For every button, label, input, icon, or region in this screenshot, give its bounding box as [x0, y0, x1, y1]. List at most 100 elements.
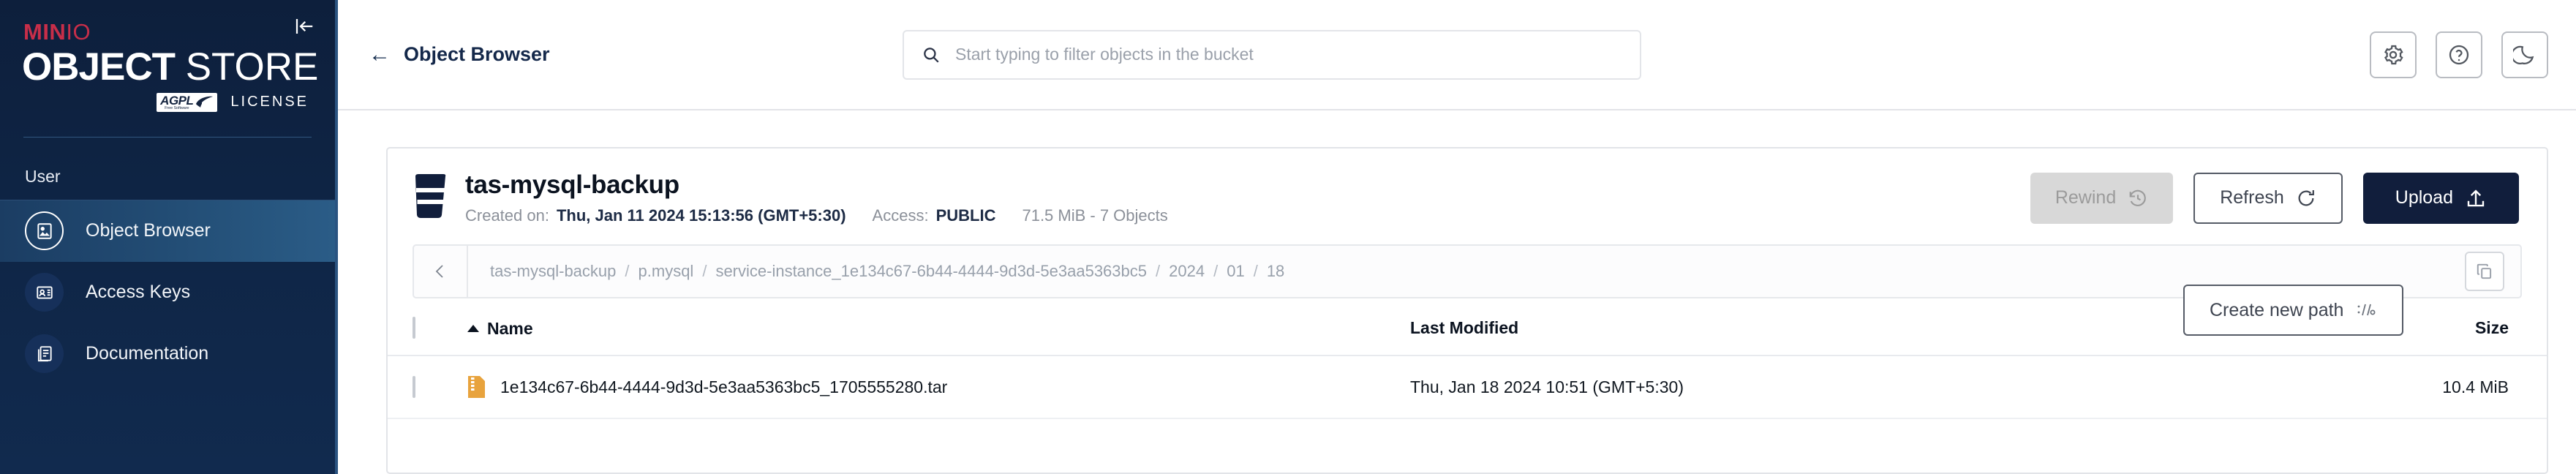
license-label: LICENSE [230, 94, 309, 110]
create-new-path-label: Create new path [2210, 299, 2344, 320]
sidebar-item-label: Documentation [86, 343, 209, 364]
created-label: Created on: [465, 206, 549, 225]
chevron-left-icon [435, 265, 443, 278]
table-body: 1e134c67-6b44-4444-9d3d-5e3aa5363bc5_170… [388, 356, 2547, 419]
moon-icon [2513, 45, 2534, 64]
create-new-path-button[interactable]: Create new path [2183, 285, 2404, 336]
sidebar-item-access-keys[interactable]: Access Keys [0, 262, 335, 323]
breadcrumb-item[interactable]: 18 [1267, 262, 1284, 281]
path-icon [2358, 304, 2376, 316]
column-label-size: Size [2474, 318, 2509, 337]
search-container [903, 29, 1641, 80]
row-checkbox[interactable] [413, 375, 415, 398]
search-input[interactable] [955, 45, 1622, 64]
access-value: PUBLIC [935, 206, 996, 225]
search-box[interactable] [903, 29, 1641, 80]
breadcrumb-item[interactable]: 01 [1227, 262, 1244, 281]
main-area: ← Object Browser Start typing to filter … [338, 0, 2576, 474]
license-row: AGPL Free Software LICENSE [23, 93, 312, 112]
breadcrumb-item[interactable]: 2024 [1169, 262, 1205, 281]
collapse-sidebar-button[interactable] [288, 10, 320, 42]
wordmark-store: STORE [174, 45, 319, 89]
select-all-checkbox[interactable] [413, 317, 415, 339]
dark-mode-button[interactable] [2501, 31, 2548, 78]
breadcrumb-item[interactable]: p.mysql [639, 262, 694, 281]
sidebar-nav: Object Browser Access Keys Documentation [0, 200, 335, 385]
upload-icon [2467, 189, 2485, 206]
create-new-path-container: Create new path [2169, 285, 2404, 336]
minio-wordmark: MINIO [23, 20, 312, 43]
upload-button[interactable]: Upload [2362, 172, 2519, 224]
brand-logo: MINIO OBJECT STORE AGPL Free Software LI… [0, 0, 335, 112]
created-value: Thu, Jan 11 2024 15:13:56 (GMT+5:30) [556, 206, 846, 225]
object-name: 1e134c67-6b44-4444-9d3d-5e3aa5363bc5_170… [500, 377, 948, 396]
help-button[interactable] [2436, 31, 2482, 78]
row-last-modified: Thu, Jan 18 2024 10:51 (GMT+5:30) [1410, 356, 2354, 419]
sidebar-divider [23, 136, 312, 138]
object-browser-icon [25, 211, 64, 251]
breadcrumb-separator: / [702, 262, 707, 280]
bucket-actions: Rewind Refresh Upload [2030, 172, 2519, 224]
object-store-wordmark: OBJECT STORE [22, 45, 318, 89]
page-title: Object Browser [404, 43, 550, 65]
breadcrumb-separator: / [1253, 262, 1258, 280]
bucket-size-summary: 71.5 MiB - 7 Objects [1022, 206, 1168, 225]
breadcrumb-item[interactable]: tas-mysql-backup [490, 262, 616, 281]
sidebar-item-documentation[interactable]: Documentation [0, 323, 335, 385]
access-label: Access: [872, 206, 929, 225]
table-row[interactable]: 1e134c67-6b44-4444-9d3d-5e3aa5363bc5_170… [388, 356, 2547, 419]
column-header-name[interactable]: Name [467, 317, 1410, 356]
object-name-group: 1e134c67-6b44-4444-9d3d-5e3aa5363bc5_170… [467, 375, 1410, 399]
rewind-clock-icon [2129, 189, 2147, 206]
wordmark-object: OBJECT [22, 45, 176, 89]
agpl-text: AGPL Free Software [160, 94, 194, 111]
search-icon [924, 47, 939, 63]
breadcrumb-separator: / [1213, 262, 1219, 280]
access-keys-icon [25, 273, 64, 312]
agpl-label: AGPL [160, 94, 194, 108]
breadcrumb-item[interactable]: service-instance_1e134c67-6b44-4444-9d3d… [715, 262, 1147, 281]
agpl-sublabel: Free Software [165, 106, 189, 111]
sidebar-item-label: Object Browser [86, 220, 211, 241]
breadcrumb-separator: / [1156, 262, 1161, 280]
row-select-cell [388, 356, 467, 419]
row-size: 10.4 MiB [2354, 356, 2547, 419]
documentation-icon [25, 334, 64, 374]
upload-label: Upload [2395, 187, 2453, 208]
minio-min: MIN [23, 19, 67, 45]
agpl-swoosh-icon [196, 97, 214, 108]
agpl-badge: AGPL Free Software [157, 93, 218, 112]
tar-archive-icon [468, 376, 485, 398]
bucket-name: tas-mysql-backup [465, 170, 679, 199]
refresh-button[interactable]: Refresh [2193, 172, 2343, 224]
collapse-sidebar-icon [295, 19, 313, 34]
top-bar-actions [2370, 31, 2548, 78]
breadcrumb-separator: / [625, 262, 630, 280]
copy-path-button[interactable] [2465, 252, 2504, 291]
copy-icon [2477, 263, 2492, 279]
sort-ascending-icon [467, 317, 480, 337]
path-back-button[interactable] [414, 246, 468, 297]
breadcrumb: tas-mysql-backup / p.mysql / service-instanc… [468, 262, 2465, 281]
settings-button[interactable] [2370, 31, 2417, 78]
select-all-header [388, 317, 467, 356]
rewind-label: Rewind [2055, 187, 2117, 208]
refresh-icon [2298, 189, 2314, 206]
sidebar-item-object-browser[interactable]: Object Browser [0, 200, 335, 262]
rewind-button[interactable]: Rewind [2030, 172, 2174, 224]
bucket-icon [413, 173, 446, 222]
row-name-cell: 1e134c67-6b44-4444-9d3d-5e3aa5363bc5_170… [467, 356, 1410, 419]
column-label-last-modified: Last Modified [1410, 318, 1519, 337]
refresh-label: Refresh [2220, 187, 2284, 208]
column-label-name: Name [487, 319, 533, 338]
bucket-header: tas-mysql-backup Created on: Thu, Jan 11… [388, 148, 2547, 244]
sidebar-section-label: User [25, 166, 61, 186]
back-to-object-browser[interactable]: ← Object Browser [369, 43, 676, 66]
sidebar-item-label: Access Keys [86, 282, 191, 303]
bucket-metadata: Created on: Thu, Jan 11 2024 15:13:56 (G… [465, 206, 1168, 225]
gear-icon [2384, 45, 2403, 64]
bucket-info: tas-mysql-backup Created on: Thu, Jan 11… [465, 170, 1168, 225]
top-bar: ← Object Browser [338, 0, 2576, 110]
sidebar: MINIO OBJECT STORE AGPL Free Software LI… [0, 0, 338, 474]
question-circle-icon [2449, 45, 2469, 64]
